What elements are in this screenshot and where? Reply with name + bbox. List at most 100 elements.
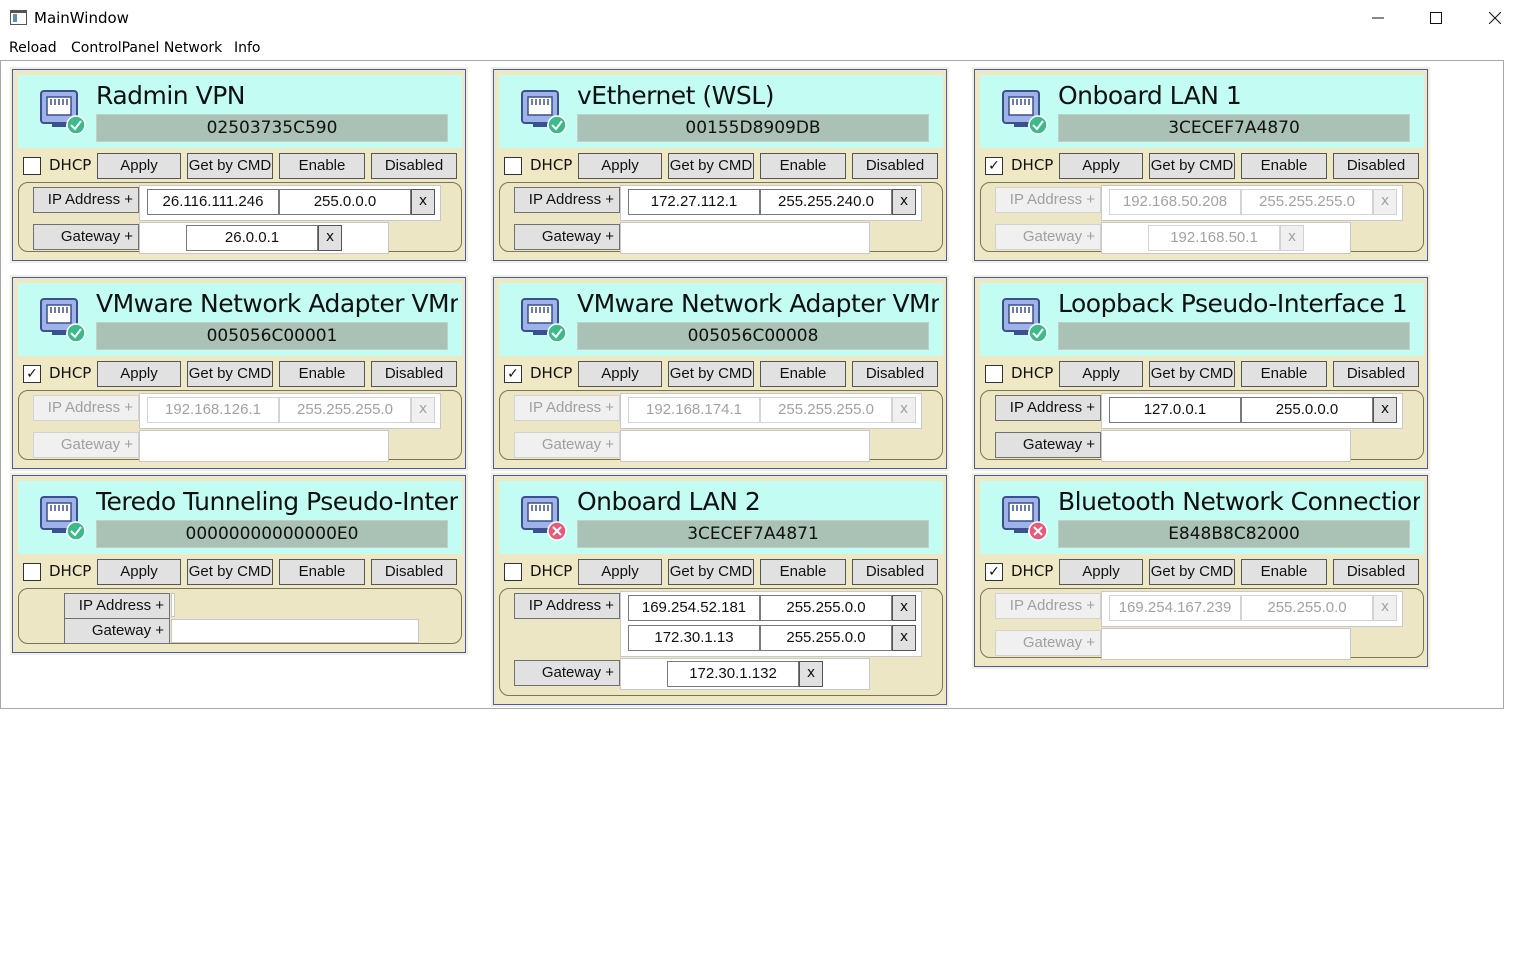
enable-button[interactable]: Enable <box>760 361 846 387</box>
disable-button[interactable]: Disabled <box>1333 559 1419 585</box>
ip-address-field[interactable]: 192.168.174.1 <box>628 397 760 423</box>
add-gateway-button[interactable]: Gateway + <box>33 224 139 250</box>
apply-button[interactable]: Apply <box>97 153 181 179</box>
disable-button[interactable]: Disabled <box>371 153 457 179</box>
enable-button[interactable]: Enable <box>279 559 365 585</box>
enable-button[interactable]: Enable <box>279 153 365 179</box>
add-gateway-button[interactable]: Gateway + <box>995 432 1101 458</box>
get-by-cmd-button[interactable]: Get by CMD <box>187 559 273 585</box>
ip-address-field[interactable]: 127.0.0.1 <box>1109 397 1241 423</box>
remove-ip-button[interactable]: x <box>411 397 435 423</box>
remove-ip-button[interactable]: x <box>892 189 916 215</box>
remove-ip-button[interactable]: x <box>411 189 435 215</box>
dhcp-checkbox[interactable] <box>504 157 522 175</box>
get-by-cmd-button[interactable]: Get by CMD <box>668 559 754 585</box>
menu-controlpanel-network[interactable]: ControlPanel Network <box>71 40 222 56</box>
remove-gateway-button[interactable]: x <box>799 661 823 687</box>
disable-button[interactable]: Disabled <box>852 559 938 585</box>
ip-address-field[interactable]: 192.168.50.208 <box>1109 189 1241 215</box>
close-button[interactable] <box>1466 0 1524 36</box>
add-gateway-button[interactable]: Gateway + <box>995 224 1101 250</box>
add-ip-button[interactable]: IP Address + <box>33 395 139 421</box>
minimize-button[interactable] <box>1349 0 1407 36</box>
dhcp-checkbox[interactable]: ✓ <box>985 563 1003 581</box>
disable-button[interactable]: Disabled <box>852 361 938 387</box>
gateway-field[interactable]: 172.30.1.132 <box>667 661 799 687</box>
disable-button[interactable]: Disabled <box>1333 361 1419 387</box>
add-ip-button[interactable]: IP Address + <box>995 395 1101 421</box>
add-gateway-button[interactable]: Gateway + <box>514 660 620 686</box>
apply-button[interactable]: Apply <box>578 559 662 585</box>
apply-button[interactable]: Apply <box>578 361 662 387</box>
enable-button[interactable]: Enable <box>1241 559 1327 585</box>
apply-button[interactable]: Apply <box>1059 361 1143 387</box>
remove-gateway-button[interactable]: x <box>318 225 342 251</box>
dhcp-checkbox[interactable]: ✓ <box>23 365 41 383</box>
add-ip-button[interactable]: IP Address + <box>64 593 170 619</box>
subnet-mask-field[interactable]: 255.255.0.0 <box>760 625 892 651</box>
remove-ip-button[interactable]: x <box>892 625 916 651</box>
get-by-cmd-button[interactable]: Get by CMD <box>668 153 754 179</box>
enable-button[interactable]: Enable <box>1241 153 1327 179</box>
add-ip-button[interactable]: IP Address + <box>514 395 620 421</box>
add-gateway-button[interactable]: Gateway + <box>514 432 620 458</box>
dhcp-checkbox[interactable]: ✓ <box>985 157 1003 175</box>
disable-button[interactable]: Disabled <box>1333 153 1419 179</box>
remove-gateway-button[interactable]: x <box>1280 225 1304 251</box>
dhcp-checkbox[interactable] <box>23 563 41 581</box>
menu-info[interactable]: Info <box>234 40 261 56</box>
add-ip-button[interactable]: IP Address + <box>33 187 139 213</box>
ip-address-field[interactable]: 26.116.111.246 <box>147 189 279 215</box>
subnet-mask-field[interactable]: 255.255.255.0 <box>1241 189 1373 215</box>
enable-button[interactable]: Enable <box>760 559 846 585</box>
apply-button[interactable]: Apply <box>97 361 181 387</box>
gateway-field[interactable]: 192.168.50.1 <box>1148 225 1280 251</box>
subnet-mask-field[interactable]: 255.0.0.0 <box>279 189 411 215</box>
remove-ip-button[interactable]: x <box>892 595 916 621</box>
add-gateway-button[interactable]: Gateway + <box>64 618 170 644</box>
gateway-field[interactable]: 26.0.0.1 <box>186 225 318 251</box>
enable-button[interactable]: Enable <box>279 361 365 387</box>
subnet-mask-field[interactable]: 255.255.0.0 <box>760 595 892 621</box>
add-ip-button[interactable]: IP Address + <box>514 187 620 213</box>
add-ip-button[interactable]: IP Address + <box>995 593 1101 619</box>
ip-address-field[interactable]: 169.254.167.239 <box>1109 595 1241 621</box>
apply-button[interactable]: Apply <box>578 153 662 179</box>
remove-ip-button[interactable]: x <box>1373 397 1397 423</box>
remove-ip-button[interactable]: x <box>892 397 916 423</box>
ip-address-field[interactable]: 192.168.126.1 <box>147 397 279 423</box>
subnet-mask-field[interactable]: 255.255.240.0 <box>760 189 892 215</box>
subnet-mask-field[interactable]: 255.255.0.0 <box>1241 595 1373 621</box>
get-by-cmd-button[interactable]: Get by CMD <box>1149 559 1235 585</box>
remove-ip-button[interactable]: x <box>1373 595 1397 621</box>
add-gateway-button[interactable]: Gateway + <box>995 630 1101 656</box>
apply-button[interactable]: Apply <box>97 559 181 585</box>
ip-address-field[interactable]: 169.254.52.181 <box>628 595 760 621</box>
dhcp-checkbox[interactable]: ✓ <box>504 365 522 383</box>
add-ip-button[interactable]: IP Address + <box>514 593 620 619</box>
get-by-cmd-button[interactable]: Get by CMD <box>668 361 754 387</box>
dhcp-checkbox[interactable] <box>23 157 41 175</box>
subnet-mask-field[interactable]: 255.0.0.0 <box>1241 397 1373 423</box>
subnet-mask-field[interactable]: 255.255.255.0 <box>279 397 411 423</box>
ip-address-field[interactable]: 172.27.112.1 <box>628 189 760 215</box>
enable-button[interactable]: Enable <box>1241 361 1327 387</box>
maximize-button[interactable] <box>1407 0 1465 36</box>
disable-button[interactable]: Disabled <box>852 153 938 179</box>
subnet-mask-field[interactable]: 255.255.255.0 <box>760 397 892 423</box>
menu-reload[interactable]: Reload <box>9 40 57 56</box>
add-gateway-button[interactable]: Gateway + <box>33 432 139 458</box>
get-by-cmd-button[interactable]: Get by CMD <box>187 361 273 387</box>
ip-address-field[interactable]: 172.30.1.13 <box>628 625 760 651</box>
apply-button[interactable]: Apply <box>1059 559 1143 585</box>
add-gateway-button[interactable]: Gateway + <box>514 224 620 250</box>
get-by-cmd-button[interactable]: Get by CMD <box>187 153 273 179</box>
apply-button[interactable]: Apply <box>1059 153 1143 179</box>
disable-button[interactable]: Disabled <box>371 559 457 585</box>
dhcp-checkbox[interactable] <box>985 365 1003 383</box>
enable-button[interactable]: Enable <box>760 153 846 179</box>
get-by-cmd-button[interactable]: Get by CMD <box>1149 361 1235 387</box>
remove-ip-button[interactable]: x <box>1373 189 1397 215</box>
add-ip-button[interactable]: IP Address + <box>995 187 1101 213</box>
disable-button[interactable]: Disabled <box>371 361 457 387</box>
